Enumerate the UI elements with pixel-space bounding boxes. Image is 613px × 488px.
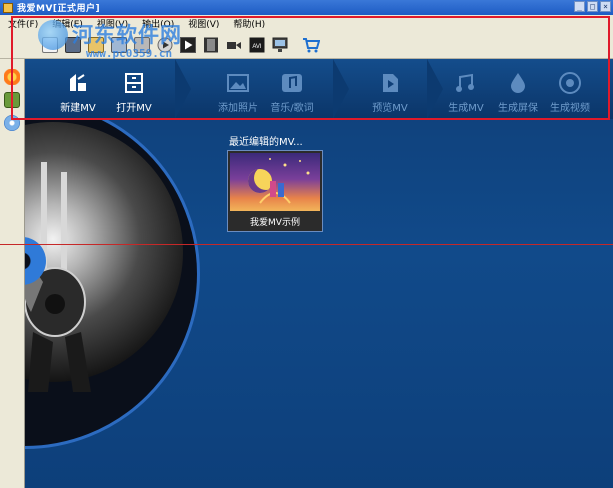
save-icon (65, 36, 81, 53)
step-open-mv[interactable]: 打开MV (99, 59, 169, 119)
step-label-make-video: 生成视频 (550, 103, 590, 114)
step-label-preview: 预览MV (372, 103, 408, 114)
main-area: 新建MV 打开MV 添加照片 音乐/歌词 预览MV 生成MV 生成屏保 生成视频… (25, 59, 613, 488)
photo-tab-icon[interactable] (4, 92, 20, 108)
new-file-icon (42, 36, 58, 53)
step-label-open-mv: 打开MV (116, 103, 152, 114)
image-button[interactable] (109, 35, 129, 55)
avi-text: AVI (252, 44, 262, 50)
make-video-icon (559, 72, 581, 94)
step-make-video[interactable]: 生成视频 (537, 59, 603, 119)
menu-output[interactable]: 输出(O) (142, 17, 174, 30)
music-button[interactable] (132, 35, 152, 55)
menu-file[interactable]: 文件(F) (8, 17, 38, 30)
play-icon (180, 36, 196, 53)
music-icon (134, 36, 150, 53)
camera-button[interactable] (224, 35, 244, 55)
recent-project-thumbnail[interactable]: 我爱MV示例 (227, 150, 323, 232)
image-icon (111, 36, 127, 53)
cart-button[interactable] (301, 35, 321, 55)
menu-view[interactable]: 视图(V) (97, 17, 128, 30)
play-circle-icon (157, 37, 173, 52)
monitor-icon (272, 37, 288, 52)
avi-icon: AVI (249, 37, 265, 52)
new-file-button[interactable] (40, 35, 60, 55)
menu-edit[interactable]: 编辑(E) (52, 17, 83, 30)
app-icon (3, 2, 13, 13)
menu-help[interactable]: 帮助(H) (233, 17, 265, 30)
recent-project-label: 我爱MV示例 (250, 218, 300, 228)
new-mv-icon (70, 74, 86, 91)
sun-tab-icon[interactable] (4, 69, 20, 85)
step-label-music-lyrics: 音乐/歌词 (270, 103, 314, 114)
avi-button[interactable]: AVI (247, 35, 267, 55)
preview-icon (383, 74, 398, 92)
maximize-button[interactable]: □ (587, 1, 598, 12)
save-button[interactable] (63, 35, 83, 55)
project-preview-image (230, 153, 320, 211)
camera-icon (227, 41, 241, 49)
close-button[interactable]: × (600, 1, 611, 12)
screensaver-icon (511, 73, 525, 93)
toolbar: AVI (0, 31, 613, 59)
play-button[interactable] (178, 35, 198, 55)
title-bar: 我爱MV[正式用户] _ □ × (0, 0, 613, 15)
chevron-separator (175, 59, 191, 119)
add-photo-icon (227, 74, 249, 92)
open-folder-button[interactable] (86, 35, 106, 55)
menu-view-2[interactable]: 视图(V) (188, 17, 219, 30)
cart-icon (303, 37, 320, 52)
window-controls: _ □ × (574, 1, 611, 12)
step-music-lyrics[interactable]: 音乐/歌词 (257, 59, 327, 119)
disc-tab-icon[interactable] (4, 115, 20, 131)
step-preview[interactable]: 预览MV (355, 59, 425, 119)
recent-projects-title: 最近编辑的MV... (229, 137, 303, 148)
monitor-button[interactable] (270, 35, 290, 55)
red-guide-line (0, 244, 613, 245)
film-button[interactable] (201, 35, 221, 55)
menu-bar: 文件(F) 编辑(E) 视图(V) 输出(O) 视图(V) 帮助(H) (0, 15, 613, 31)
sparkle-decoration (259, 158, 310, 204)
minimize-button[interactable]: _ (574, 1, 585, 12)
open-mv-icon (125, 73, 143, 93)
step-bar: 新建MV 打开MV 添加照片 音乐/歌词 预览MV 生成MV 生成屏保 生成视频 (25, 59, 613, 119)
left-tab-strip (0, 59, 25, 488)
make-mv-icon (456, 73, 474, 92)
chevron-separator (333, 59, 349, 119)
window-title: 我爱MV[正式用户] (17, 4, 101, 14)
open-folder-icon (88, 36, 104, 53)
disc-artwork (25, 99, 200, 449)
film-icon (204, 37, 218, 52)
music-lyrics-icon (282, 74, 302, 92)
play-circle-button[interactable] (155, 35, 175, 55)
